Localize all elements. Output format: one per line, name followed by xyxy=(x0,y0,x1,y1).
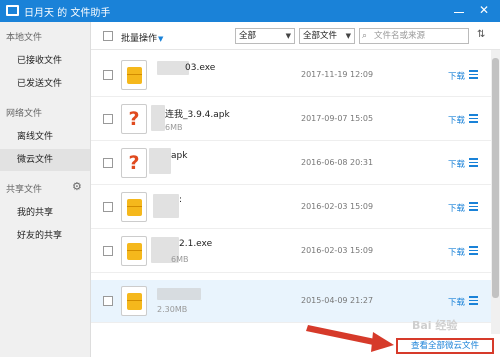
arrow-head xyxy=(371,332,394,352)
arrow-shaft xyxy=(306,325,380,346)
view-all-weiyun-files-link[interactable]: 查看全部微云文件 xyxy=(396,338,494,354)
annotation-arrow xyxy=(306,325,394,352)
